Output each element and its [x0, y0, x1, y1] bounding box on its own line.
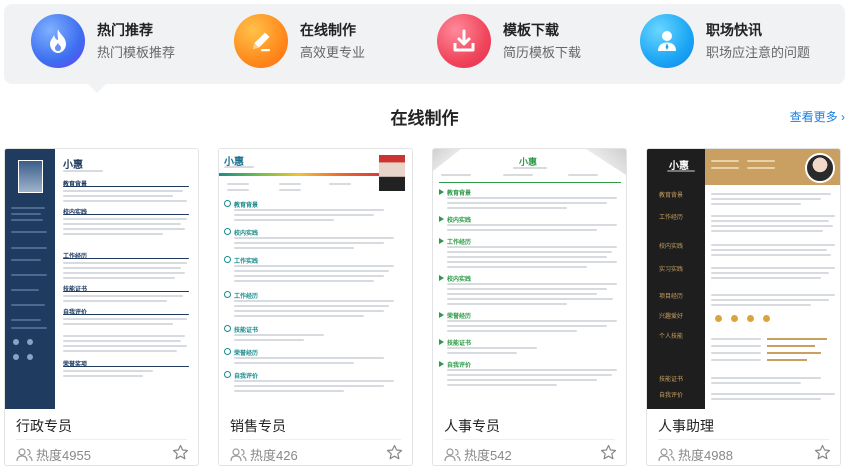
- section-title: 在线制作: [390, 109, 459, 128]
- card-divider: [230, 439, 401, 440]
- category-title: 在线制作: [300, 21, 356, 38]
- category-subtitle: 热门模板推荐: [97, 44, 176, 60]
- category-subtitle: 高效更专业: [300, 44, 366, 60]
- resume-thumbnail: 小惠 教育背景 工作经历 校内实践 实习实践 项目经历 兴趣爱好 个人技能 技能…: [647, 149, 840, 409]
- card-divider: [444, 439, 615, 440]
- resume-section: 兴趣爱好: [659, 314, 684, 320]
- photo-placeholder: [805, 153, 835, 183]
- category-news[interactable]: 职场快讯 职场应注意的问题: [640, 13, 810, 69]
- resume-thumbnail: 小惠 教育背景 校内实践 工作实践 工作经历 技能证书 荣誉经历 自我评价: [219, 149, 412, 409]
- favorite-star-icon[interactable]: [600, 444, 617, 461]
- card-divider: [658, 439, 829, 440]
- template-name: 人事助理: [658, 418, 714, 434]
- resume-thumbnail: 小惠 教育背景 校内实践 工作经历 技能证书 自我评价 荣誉奖项: [5, 149, 198, 409]
- heat-count: 热度4988: [658, 445, 733, 464]
- resume-section: 项目经历: [659, 294, 684, 300]
- heat-count: 热度426: [230, 445, 298, 464]
- resume-section: 教育背景: [234, 203, 259, 209]
- category-pointer: [88, 84, 106, 93]
- heat-count: 热度542: [444, 445, 512, 464]
- template-card[interactable]: 小惠 教育背景 校内实践 工作经历 技能证书 自我评价 荣誉奖项 行政专员 热度…: [4, 148, 199, 466]
- download-icon: [437, 14, 491, 68]
- resume-section: 荣誉经历: [234, 351, 259, 357]
- template-card[interactable]: 小惠 教育背景 校内实践 工作实践 工作经历 技能证书 荣誉经历 自我评价 销售…: [218, 148, 413, 466]
- template-card[interactable]: 小惠 教育背景 工作经历 校内实践 实习实践 项目经历 兴趣爱好 个人技能 技能…: [646, 148, 841, 466]
- resume-section: 自我评价: [447, 363, 472, 369]
- resume-section: 技能证书: [447, 341, 472, 347]
- resume-section: 自我评价: [659, 393, 684, 399]
- heat-label: 热度4955: [36, 448, 91, 463]
- resume-section: 自我评价: [234, 374, 259, 380]
- resume-section: 校内实践: [234, 231, 259, 237]
- resume-section: 个人技能: [659, 334, 684, 340]
- resume-sidebar: [647, 149, 705, 409]
- heat-count: 热度4955: [16, 445, 91, 464]
- category-title: 热门推荐: [97, 21, 153, 38]
- category-title: 模板下载: [503, 21, 559, 38]
- users-icon: [658, 447, 675, 461]
- photo-placeholder: [379, 155, 405, 191]
- template-card[interactable]: 小惠 教育背景 校内实践 工作经历 校内实践 荣誉经历 技能证书 自我评价 人事…: [432, 148, 627, 466]
- category-subtitle: 职场应注意的问题: [706, 44, 811, 60]
- resume-thumbnail: 小惠 教育背景 校内实践 工作经历 校内实践 荣誉经历 技能证书 自我评价: [433, 149, 626, 409]
- pencil-icon: [234, 14, 288, 68]
- users-icon: [230, 447, 247, 461]
- resume-section: 实习实践: [659, 267, 684, 273]
- resume-section: 校内实践: [659, 244, 684, 250]
- resume-section: 教育背景: [447, 191, 472, 197]
- category-download[interactable]: 模板下载 简历模板下载: [437, 13, 581, 69]
- category-subtitle: 简历模板下载: [503, 44, 582, 60]
- resume-section: 工作经历: [234, 294, 259, 300]
- heat-label: 热度542: [464, 448, 512, 463]
- template-name: 销售专员: [230, 418, 286, 434]
- favorite-star-icon[interactable]: [386, 444, 403, 461]
- fire-icon: [31, 14, 85, 68]
- resume-section: 荣誉经历: [447, 314, 472, 320]
- category-title: 职场快讯: [706, 21, 762, 38]
- resume-name: 小惠: [63, 160, 83, 171]
- heat-label: 热度4988: [678, 448, 733, 463]
- resume-section: 技能证书: [234, 328, 259, 334]
- template-name: 人事专员: [444, 418, 500, 434]
- template-name: 行政专员: [16, 418, 72, 434]
- resume-section: 教育背景: [659, 193, 684, 199]
- person-icon: [640, 14, 694, 68]
- resume-section: 技能证书: [659, 377, 684, 383]
- color-stripe: [219, 173, 379, 176]
- card-divider: [16, 439, 187, 440]
- photo-placeholder: [18, 160, 43, 193]
- resume-section: 工作经历: [447, 240, 472, 246]
- users-icon: [444, 447, 461, 461]
- category-online[interactable]: 在线制作 高效更专业: [234, 13, 365, 69]
- view-more-link[interactable]: 查看更多 ›: [790, 108, 845, 125]
- users-icon: [16, 447, 33, 461]
- resume-section: 校内实践: [447, 277, 472, 283]
- resume-section: 工作经历: [659, 215, 684, 221]
- favorite-star-icon[interactable]: [172, 444, 189, 461]
- heat-label: 热度426: [250, 448, 298, 463]
- category-hot[interactable]: 热门推荐 热门模板推荐: [31, 13, 175, 69]
- favorite-star-icon[interactable]: [814, 444, 831, 461]
- resume-section: 校内实践: [447, 218, 472, 224]
- resume-section: 工作实践: [234, 259, 259, 265]
